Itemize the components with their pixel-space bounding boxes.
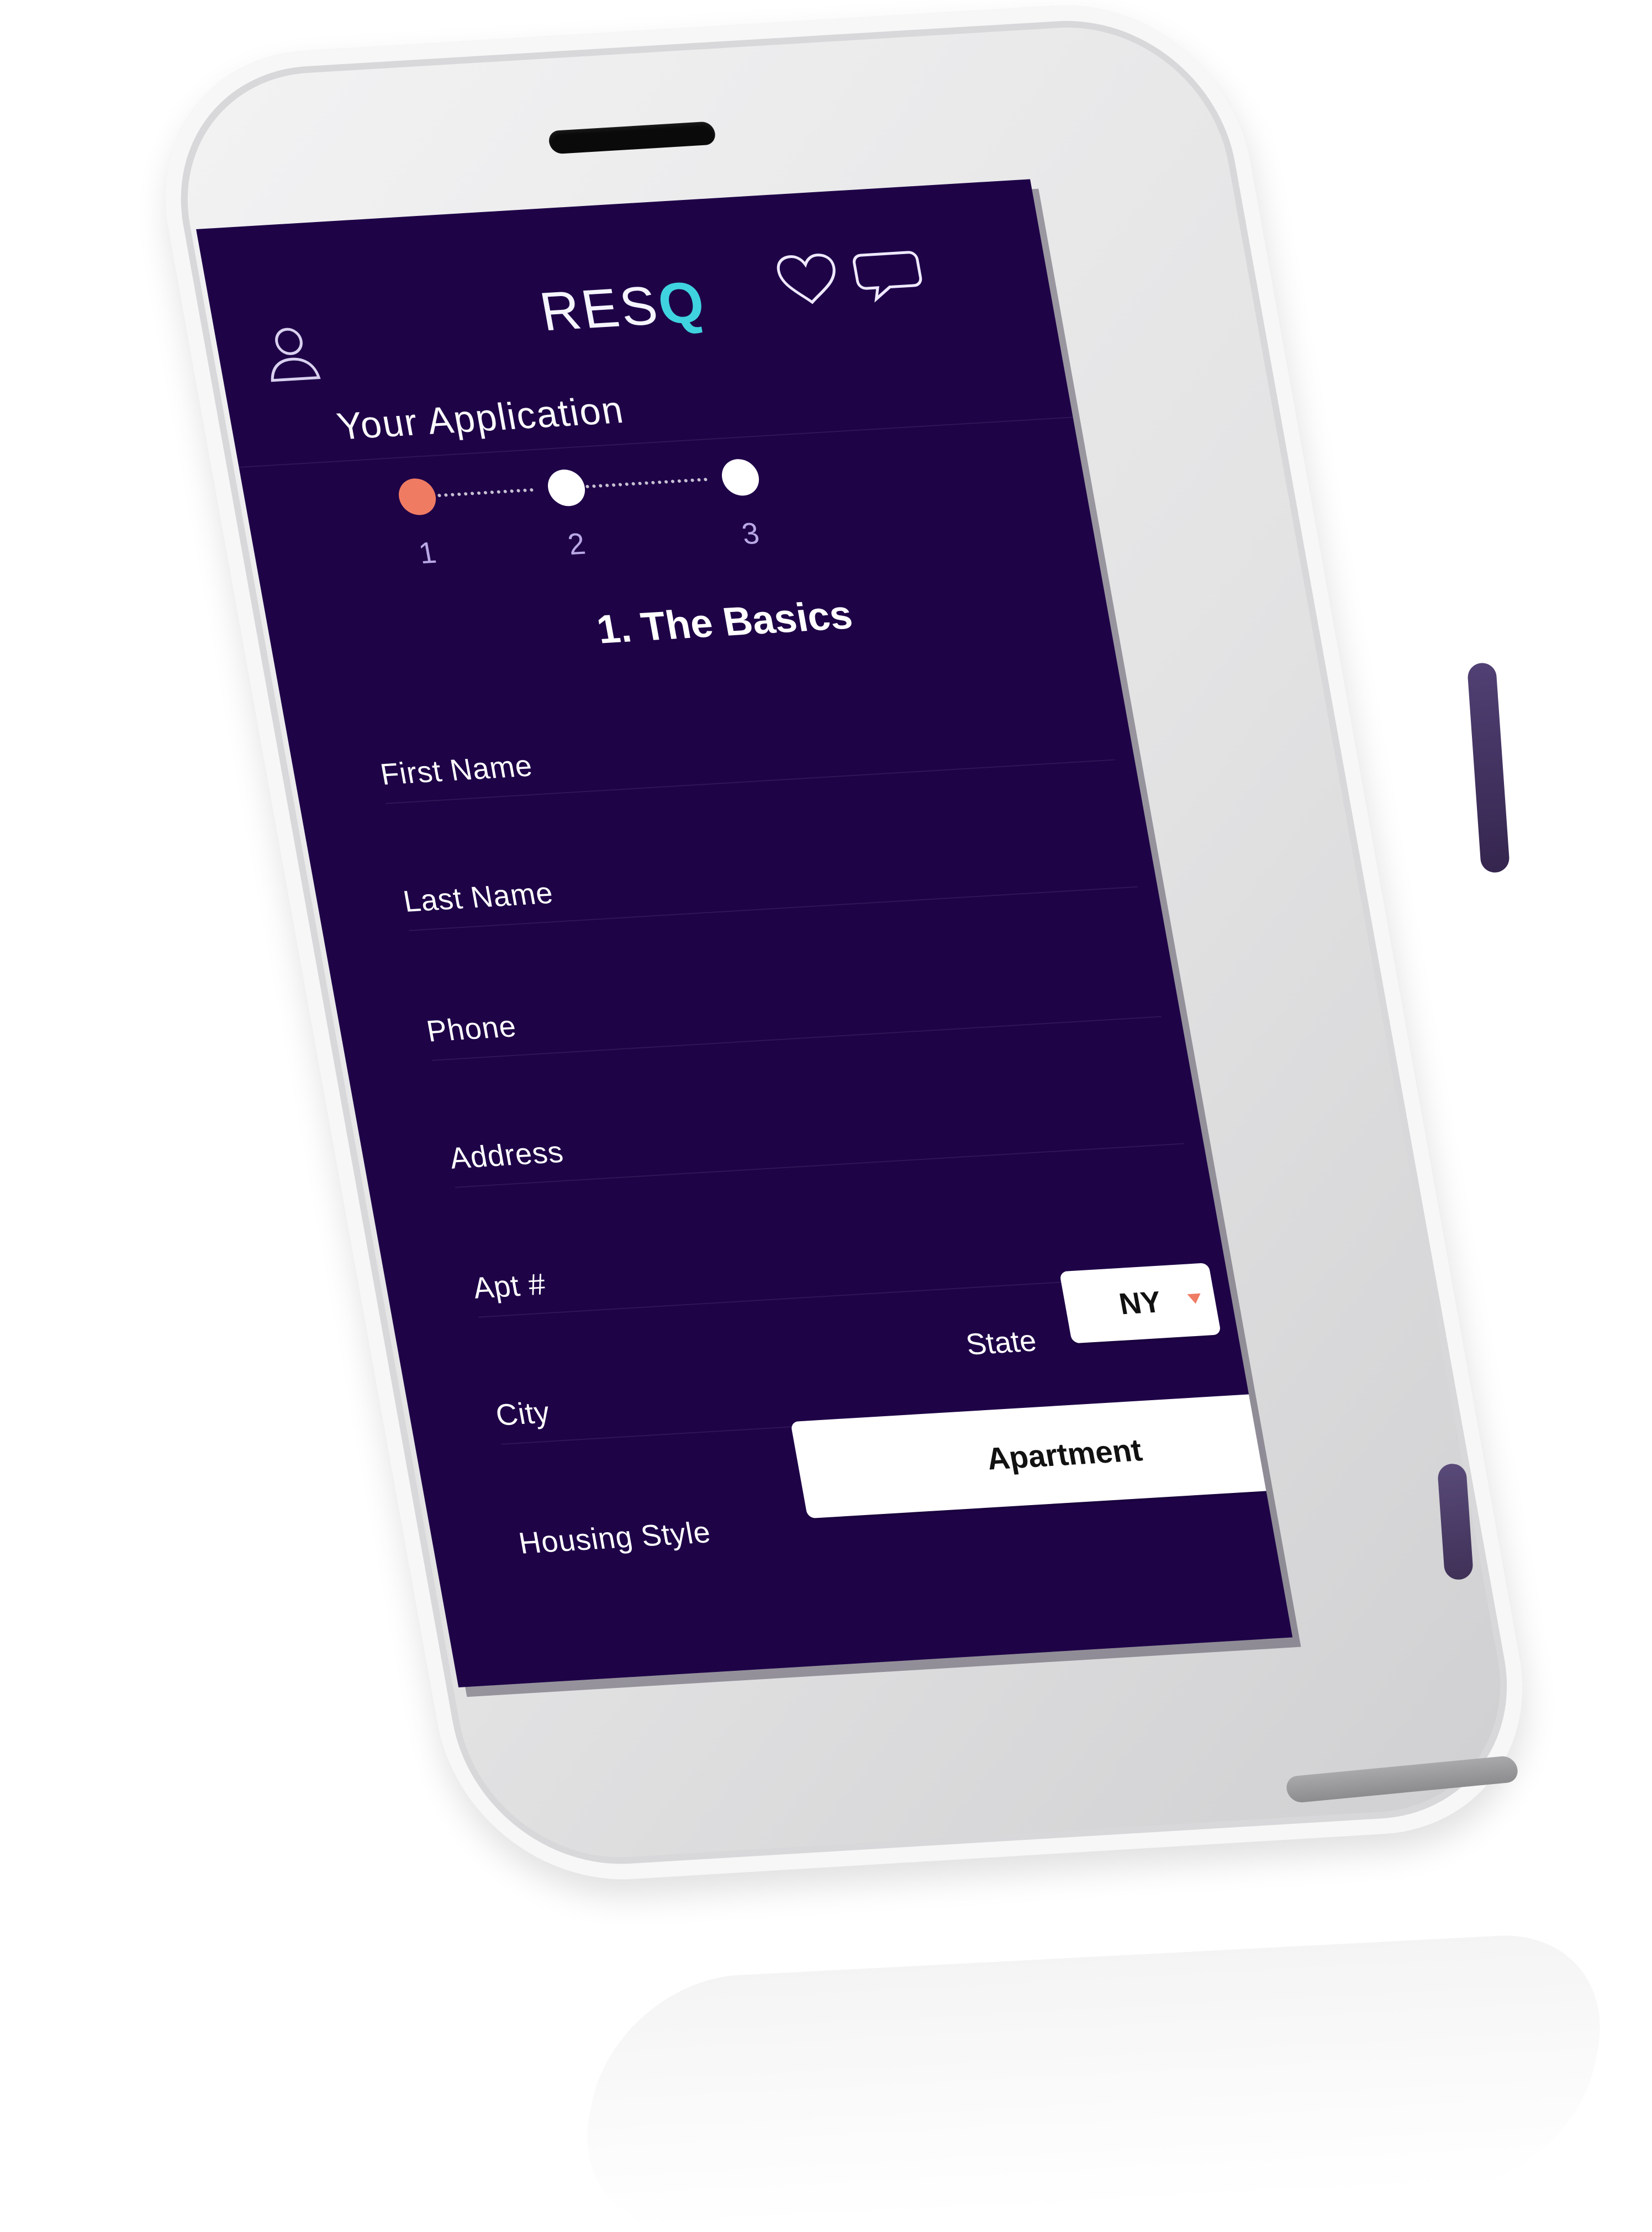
step-dot bbox=[545, 468, 588, 508]
chat-icon[interactable] bbox=[847, 242, 930, 307]
page-title: Your Application bbox=[334, 388, 627, 448]
state-select[interactable]: NY bbox=[1059, 1263, 1222, 1344]
step-number: 2 bbox=[565, 527, 588, 562]
logo-prefix: RES bbox=[535, 274, 664, 342]
stage: RES Q Your Application 1 2 3 1. The Basi… bbox=[0, 0, 1652, 2232]
user-icon[interactable] bbox=[252, 320, 331, 390]
step-2[interactable]: 2 bbox=[525, 467, 620, 571]
address-field[interactable]: Address bbox=[440, 1061, 1185, 1188]
housing-style-label: Housing Style bbox=[516, 1515, 714, 1560]
state-value: NY bbox=[1116, 1285, 1164, 1321]
last-name-field[interactable]: Last Name bbox=[394, 804, 1138, 931]
step-3[interactable]: 3 bbox=[699, 457, 794, 561]
step-dot bbox=[719, 458, 762, 497]
housing-style-row: Housing Style bbox=[509, 1473, 789, 1572]
step-number: 1 bbox=[416, 536, 439, 571]
first-name-label: First Name bbox=[378, 749, 535, 792]
side-button bbox=[1466, 662, 1511, 874]
step-1[interactable]: 1 bbox=[376, 476, 471, 580]
last-name-label: Last Name bbox=[400, 876, 556, 919]
state-label: State bbox=[963, 1324, 1039, 1362]
home-bar[interactable] bbox=[1284, 1755, 1521, 1804]
step-dot bbox=[395, 477, 439, 516]
dropdown-caret-icon bbox=[1187, 1293, 1202, 1305]
section-title: 1. The Basics bbox=[593, 592, 856, 652]
phone-label: Phone bbox=[424, 1010, 519, 1048]
app-logo: RES Q bbox=[516, 260, 730, 355]
city-label: City bbox=[493, 1395, 553, 1432]
address-label: Address bbox=[447, 1135, 567, 1175]
apt-label: Apt # bbox=[470, 1267, 549, 1305]
phone-field[interactable]: Phone bbox=[417, 934, 1162, 1061]
earpiece bbox=[547, 121, 717, 155]
phone-wrapper: RES Q Your Application 1 2 3 1. The Basi… bbox=[0, 0, 1652, 2232]
housing-style-value: Apartment bbox=[984, 1432, 1145, 1476]
heart-icon[interactable] bbox=[770, 250, 846, 309]
step-number: 3 bbox=[739, 516, 762, 551]
first-name-field[interactable]: First Name bbox=[371, 677, 1115, 804]
phone-reflection bbox=[566, 1929, 1622, 2232]
stepper: 1 2 3 bbox=[376, 452, 868, 581]
